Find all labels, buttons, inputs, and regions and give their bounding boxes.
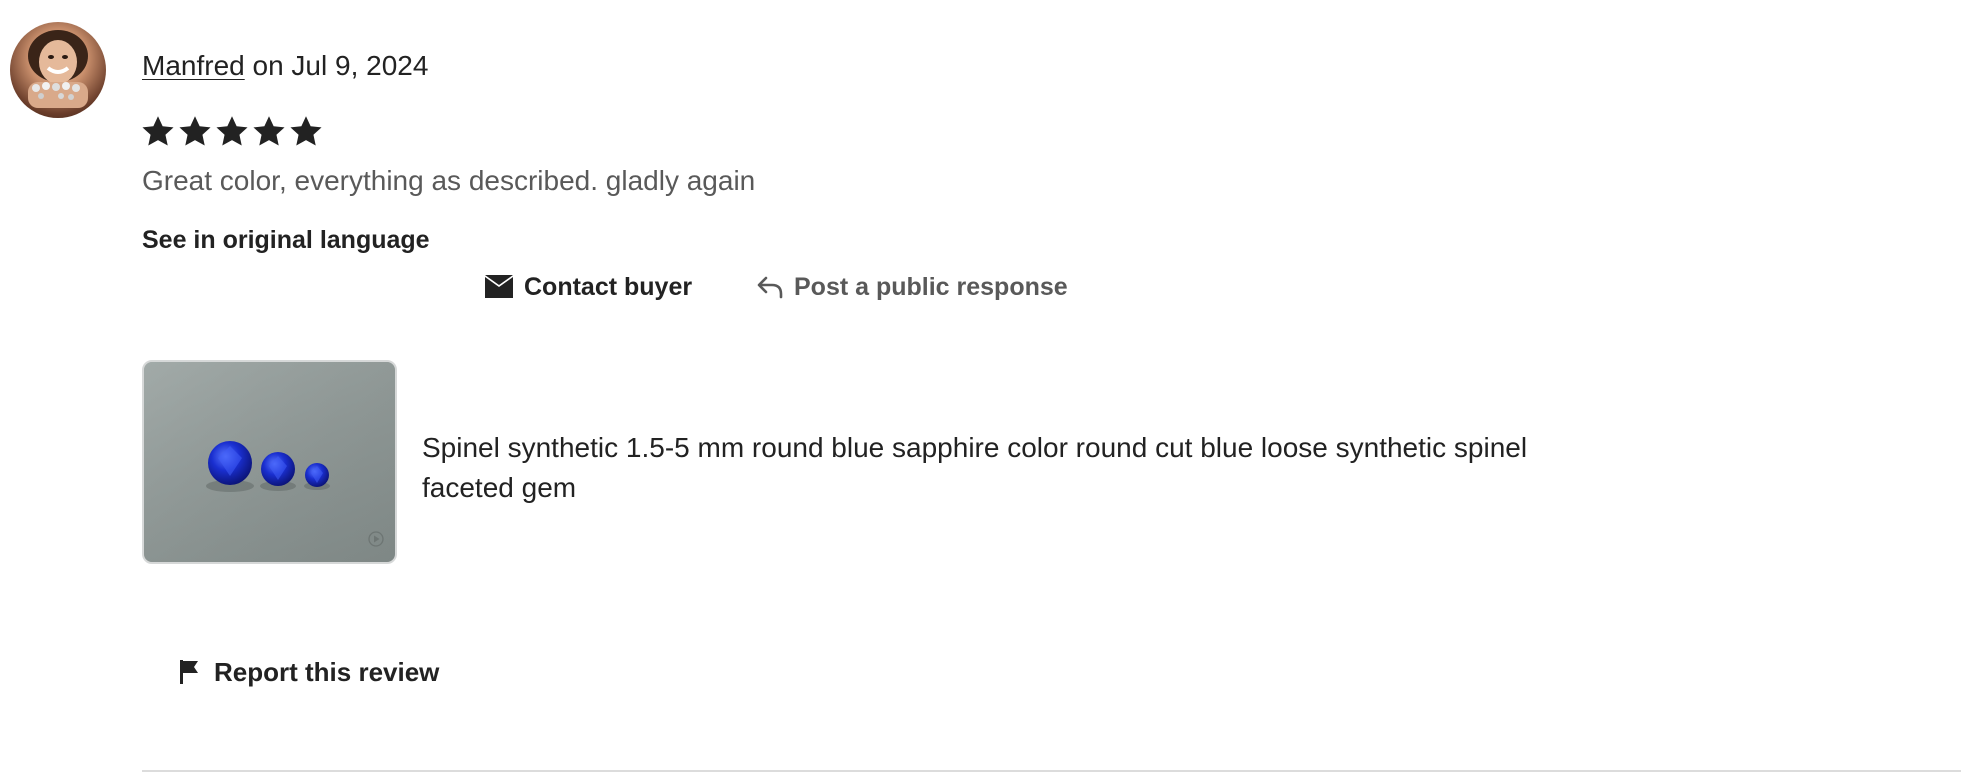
star-icon — [251, 114, 287, 150]
product-image — [144, 362, 395, 562]
star-icon — [177, 114, 213, 150]
reply-arrow-icon — [756, 274, 784, 300]
contact-buyer-label: Contact buyer — [524, 273, 693, 301]
report-review-label: Report this review — [214, 657, 440, 687]
report-review-button[interactable]: Report this review — [178, 655, 439, 689]
reviewer-avatar[interactable] — [10, 22, 106, 118]
star-icon — [140, 114, 176, 150]
post-public-response-label: Post a public response — [794, 273, 1068, 301]
flag-icon — [178, 659, 200, 685]
avatar-image — [28, 30, 88, 108]
see-original-language-button[interactable]: See in original language — [142, 224, 430, 256]
product-title-link[interactable]: Spinel synthetic 1.5-5 mm round blue sap… — [422, 428, 1552, 508]
envelope-icon — [484, 274, 514, 300]
review-date: on Jul 9, 2024 — [244, 50, 429, 81]
review-header: Manfred on Jul 9, 2024 — [142, 48, 428, 84]
star-rating — [140, 114, 324, 150]
product-thumbnail[interactable] — [142, 360, 397, 564]
review-text: Great color, everything as described. gl… — [142, 165, 756, 196]
star-icon — [214, 114, 250, 150]
post-public-response-button[interactable]: Post a public response — [756, 270, 1068, 304]
contact-buyer-button[interactable]: Contact buyer — [484, 270, 692, 304]
star-icon — [288, 114, 324, 150]
reviewer-name-link[interactable]: Manfred — [142, 50, 245, 81]
